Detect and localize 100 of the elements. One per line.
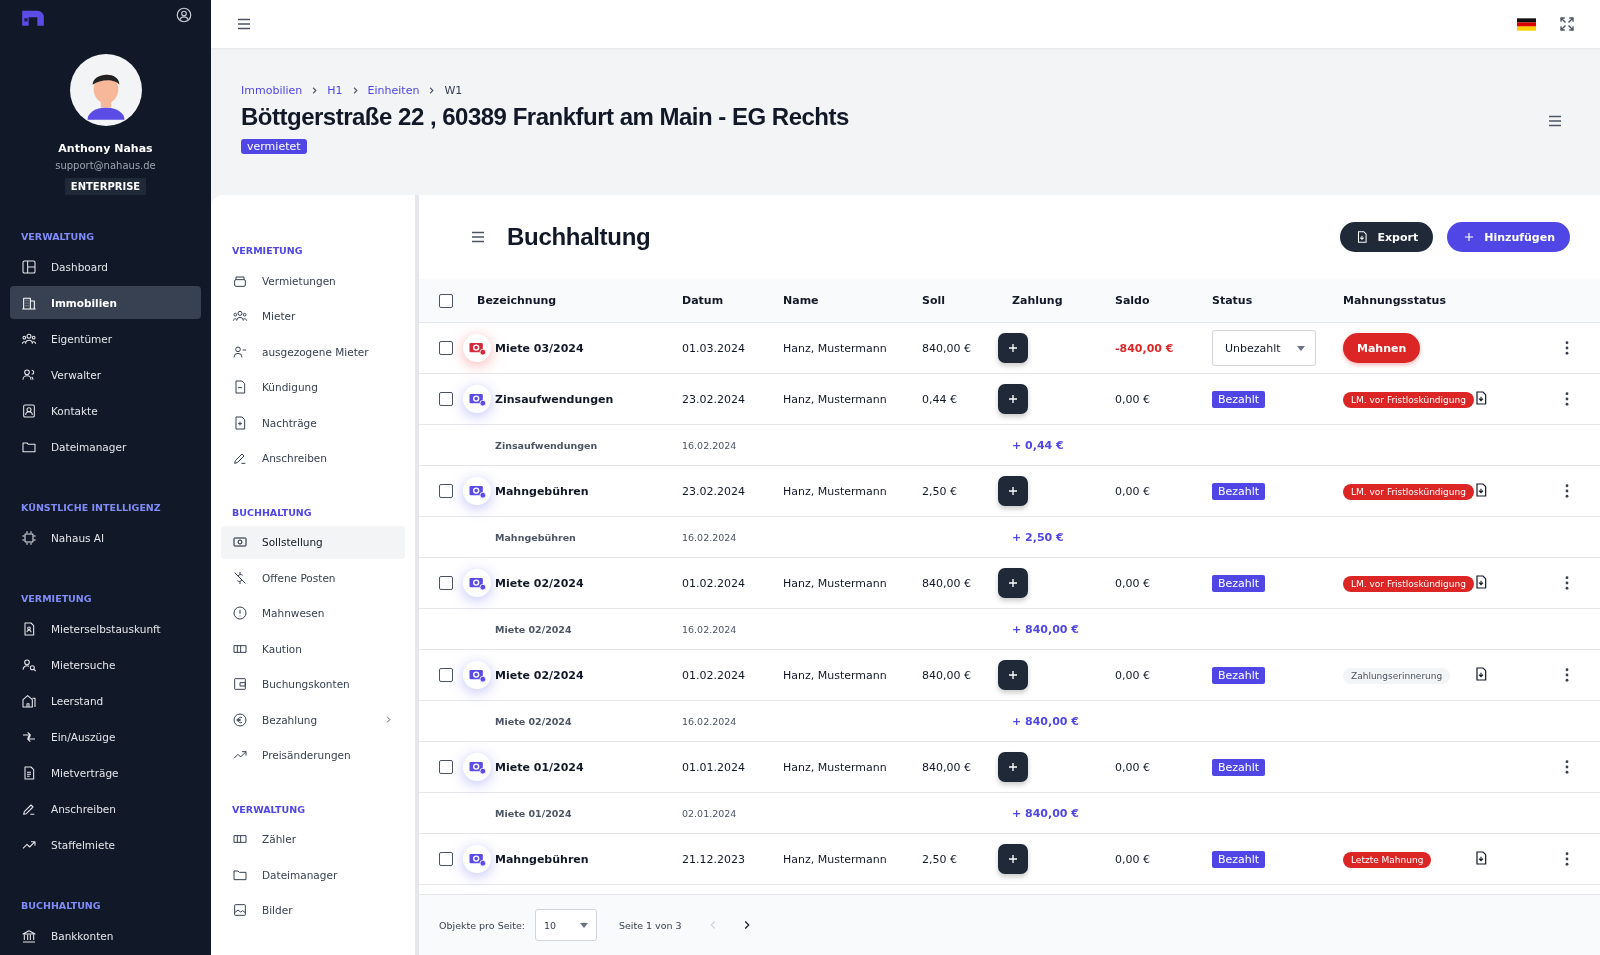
- table-cell-text: Hanz, Mustermann: [783, 484, 888, 498]
- status-dropdown[interactable]: Unbezahlt: [1212, 330, 1316, 366]
- fullscreen-icon[interactable]: [1558, 15, 1576, 33]
- nav-item[interactable]: Anschreiben: [10, 792, 201, 825]
- nav-item[interactable]: Bankkonten: [10, 919, 201, 952]
- section-heading: BUCHHALTUNG: [21, 900, 102, 911]
- more-icon[interactable]: [1564, 392, 1569, 406]
- export-button[interactable]: Export: [1340, 222, 1434, 252]
- more-icon[interactable]: [1564, 576, 1569, 590]
- add-button[interactable]: Hinzufügen: [1447, 222, 1570, 252]
- document-plus-icon: [232, 414, 248, 431]
- menu-item[interactable]: Anschreiben: [221, 441, 405, 475]
- checkbox[interactable]: [439, 293, 453, 308]
- file-download-icon[interactable]: [1473, 573, 1489, 590]
- checkbox[interactable]: [439, 392, 453, 406]
- add-payment-button[interactable]: [998, 844, 1028, 874]
- more-icon[interactable]: [1564, 484, 1569, 498]
- menu-item[interactable]: Dateimanager: [221, 858, 405, 891]
- menu-item[interactable]: Offene Posten: [221, 561, 405, 594]
- nav-item[interactable]: Mieterselbstauskunft: [10, 612, 201, 645]
- reminder-tag: Zahlungserinnerung: [1343, 667, 1451, 684]
- table-cell-text: 02.01.2024: [682, 807, 738, 819]
- dunning-button[interactable]: Mahnen: [1343, 333, 1421, 363]
- breadcrumb-link[interactable]: W1: [444, 84, 463, 97]
- status-badge: Bezahlt: [1212, 666, 1266, 684]
- column-header: Mahnungsstatus: [1343, 294, 1447, 307]
- add-payment-button[interactable]: [998, 660, 1028, 690]
- file-icon: [21, 764, 37, 781]
- menu-item[interactable]: Kündigung: [221, 370, 405, 404]
- breadcrumb-link[interactable]: Immobilien: [241, 84, 303, 97]
- add-payment-button[interactable]: [998, 333, 1028, 363]
- table-cell-text: 01.01.2024: [682, 760, 746, 774]
- menu-item[interactable]: Mieter: [221, 299, 405, 333]
- nav-item[interactable]: Verwalter: [10, 358, 201, 391]
- checkbox[interactable]: [439, 760, 453, 774]
- menu-item[interactable]: Preisänderungen: [221, 738, 405, 772]
- panel-title: Buchhaltung: [507, 223, 651, 251]
- table-cell-text: -840,00 €: [1115, 341, 1175, 355]
- menu-item[interactable]: Sollstellung: [221, 525, 405, 559]
- account-icon[interactable]: [175, 6, 193, 24]
- checkbox[interactable]: [439, 576, 453, 590]
- nav-item[interactable]: Mietersuche: [10, 648, 201, 681]
- nav-item[interactable]: Nahaus AI: [10, 521, 201, 554]
- table-cell: Miete 01/2024: [495, 807, 572, 819]
- add-payment-button[interactable]: [998, 384, 1028, 414]
- file-download-icon[interactable]: [1473, 665, 1489, 682]
- file-download-icon[interactable]: [1473, 481, 1489, 498]
- table-cell-text: 21.12.2023: [682, 852, 746, 866]
- nav-item[interactable]: Dateimanager: [10, 430, 201, 463]
- nav-item[interactable]: Dashboard: [10, 250, 201, 283]
- banknote-icon: [232, 534, 248, 550]
- column-header: Soll: [922, 294, 947, 307]
- add-payment-button[interactable]: [998, 568, 1028, 598]
- nav-item[interactable]: Leerstand: [10, 684, 201, 717]
- breadcrumb-link[interactable]: H1: [327, 84, 343, 97]
- add-payment-button[interactable]: [998, 752, 1028, 782]
- menu-item[interactable]: Kaution: [221, 632, 405, 665]
- table-cell-text: 840,00 €: [922, 668, 972, 682]
- menu-item[interactable]: ausgezogene Mieter: [221, 335, 405, 368]
- table-cell-text: 840,00 €: [922, 576, 972, 590]
- menu-item[interactable]: Buchungskonten: [221, 667, 405, 701]
- nav-item[interactable]: Eigentümer: [10, 322, 201, 355]
- nav-item[interactable]: Ein/Auszüge: [10, 720, 201, 753]
- menu-item[interactable]: Mahnwesen: [221, 596, 405, 630]
- flag-icon[interactable]: [1517, 17, 1536, 31]
- menu-item[interactable]: Bezahlung: [221, 703, 405, 736]
- checkbox[interactable]: [439, 852, 453, 866]
- checkbox[interactable]: [439, 668, 453, 682]
- plan-badge: ENTERPRISE: [64, 178, 147, 195]
- file-download-icon[interactable]: [1473, 389, 1489, 406]
- per-page-dropdown[interactable]: 10: [534, 909, 597, 941]
- users-icon: [21, 366, 37, 383]
- section-heading: VERMIETUNG: [21, 593, 93, 604]
- euro-icon: [232, 711, 248, 728]
- more-icon[interactable]: [1564, 852, 1569, 866]
- table-cell-text: + 840,00 €: [1012, 622, 1080, 636]
- nav-item[interactable]: Mietverträge: [10, 756, 201, 789]
- table-cell-text: 0,00 €: [1115, 668, 1151, 682]
- more-icon[interactable]: [1564, 341, 1569, 355]
- section-heading: BUCHHALTUNG: [232, 506, 313, 518]
- add-payment-button[interactable]: [998, 476, 1028, 506]
- more-icon[interactable]: [1564, 668, 1569, 682]
- page-title: Böttgerstraße 22 , 60389 Frankfurt am Main - EG Rechts: [241, 103, 849, 131]
- nav-item[interactable]: Kontakte: [10, 394, 201, 427]
- breadcrumb-link[interactable]: Einheiten: [367, 84, 420, 97]
- checkbox[interactable]: [439, 341, 453, 355]
- checkbox[interactable]: [439, 484, 453, 498]
- menu-item[interactable]: Vermietungen: [221, 264, 405, 297]
- menu-item[interactable]: Bilder: [221, 893, 405, 927]
- menu-item[interactable]: Nachträge: [221, 406, 405, 439]
- file-download-icon[interactable]: [1473, 849, 1489, 866]
- menu-item[interactable]: Zähler: [221, 822, 405, 856]
- more-icon[interactable]: [1564, 760, 1569, 774]
- group-icon: [232, 308, 248, 324]
- layout-icon: [21, 258, 37, 275]
- nav-item[interactable]: Immobilien: [10, 286, 201, 319]
- crossed-out-icon: [232, 569, 248, 586]
- file-download-icon: [1355, 230, 1370, 244]
- caret-icon: [579, 922, 588, 928]
- nav-item[interactable]: Staffelmiete: [10, 828, 201, 861]
